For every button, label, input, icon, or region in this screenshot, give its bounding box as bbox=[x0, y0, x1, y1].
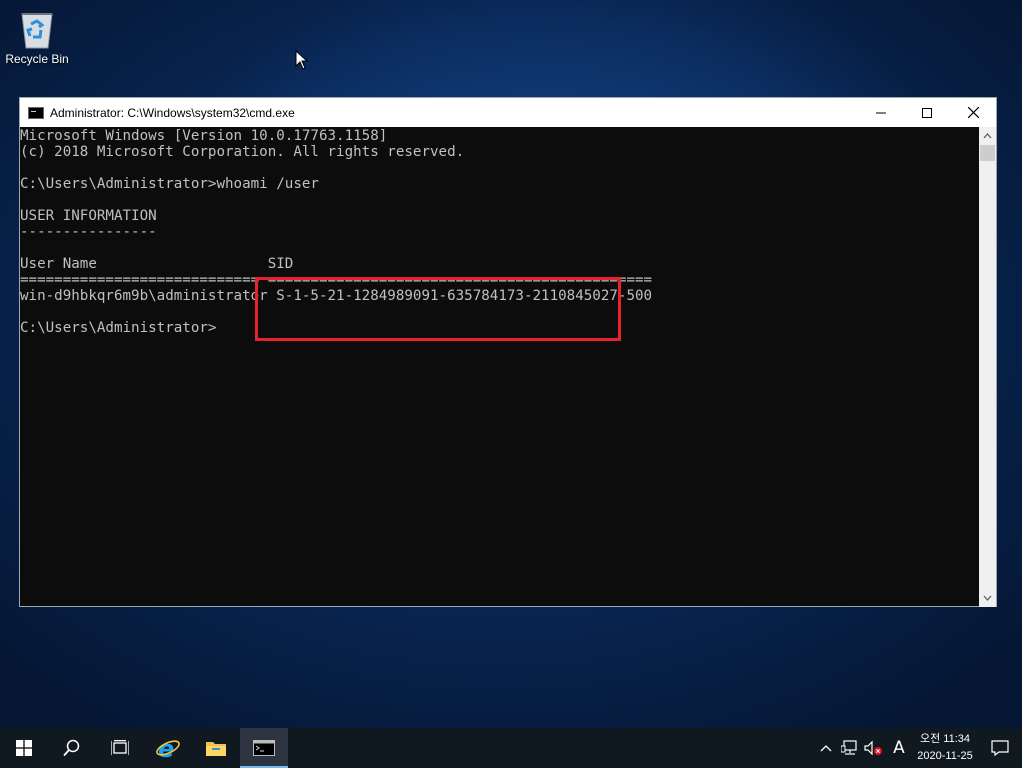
internet-explorer-icon: e bbox=[156, 736, 180, 760]
console-line: USER INFORMATION bbox=[20, 208, 157, 224]
search-button[interactable] bbox=[48, 728, 96, 768]
maximize-icon bbox=[922, 107, 932, 118]
taskbar: e A 오전 11:34 2020-11-25 bbox=[0, 728, 1022, 768]
network-button[interactable] bbox=[838, 728, 862, 768]
close-icon bbox=[967, 107, 979, 118]
file-explorer-button[interactable] bbox=[192, 728, 240, 768]
recycle-bin-desktop-icon[interactable]: Recycle Bin bbox=[4, 6, 70, 66]
scroll-down-button[interactable] bbox=[979, 591, 996, 605]
chevron-down-icon bbox=[983, 595, 992, 601]
scrollbar-thumb[interactable] bbox=[980, 145, 995, 161]
folder-icon bbox=[206, 742, 226, 756]
recycle-bin-icon bbox=[17, 6, 57, 50]
volume-button[interactable] bbox=[862, 728, 886, 768]
minimize-button[interactable] bbox=[858, 98, 904, 127]
network-icon bbox=[841, 740, 857, 755]
close-button[interactable] bbox=[950, 98, 996, 127]
mouse-cursor-icon bbox=[295, 49, 309, 70]
clock-date: 2020-11-25 bbox=[917, 750, 973, 762]
console-line: ---------------- bbox=[20, 224, 157, 240]
recycle-bin-label: Recycle Bin bbox=[5, 52, 69, 66]
task-view-icon bbox=[111, 740, 129, 755]
console-line: C:\Users\Administrator> bbox=[20, 320, 217, 336]
input-method-indicator[interactable]: A bbox=[886, 738, 912, 758]
task-view-button[interactable] bbox=[96, 728, 144, 768]
console-line: Microsoft Windows [Version 10.0.17763.11… bbox=[20, 128, 388, 144]
action-center-button[interactable] bbox=[978, 728, 1022, 768]
title-bar[interactable]: Administrator: C:\Windows\system32\cmd.e… bbox=[20, 98, 996, 127]
search-icon bbox=[63, 739, 80, 757]
show-hidden-icons-button[interactable] bbox=[814, 728, 838, 768]
chevron-up-icon bbox=[820, 745, 832, 752]
scroll-up-button[interactable] bbox=[979, 129, 996, 143]
svg-text:e: e bbox=[158, 736, 174, 760]
window-title: Administrator: C:\Windows\system32\cmd.e… bbox=[50, 105, 295, 120]
cmd-icon bbox=[253, 740, 275, 756]
cmd-taskbar-button[interactable] bbox=[240, 728, 288, 768]
minimize-icon bbox=[876, 112, 886, 113]
start-button[interactable] bbox=[0, 728, 48, 768]
clock[interactable]: 오전 11:34 2020-11-25 bbox=[912, 731, 978, 765]
notification-icon bbox=[991, 740, 1009, 756]
cmd-app-icon bbox=[28, 106, 44, 119]
clock-time: 오전 11:34 bbox=[919, 733, 970, 745]
volume-muted-icon bbox=[864, 740, 882, 756]
console-line: (c) 2018 Microsoft Corporation. All righ… bbox=[20, 144, 465, 160]
sid-highlight-box bbox=[255, 277, 621, 341]
chevron-up-icon bbox=[983, 133, 992, 139]
console-line: User Name SID bbox=[20, 256, 294, 272]
console-output[interactable]: Microsoft Windows [Version 10.0.17763.11… bbox=[20, 127, 980, 607]
console-line: C:\Users\Administrator>whoami /user bbox=[20, 176, 319, 192]
cmd-window[interactable]: Administrator: C:\Windows\system32\cmd.e… bbox=[19, 97, 997, 607]
vertical-scrollbar[interactable] bbox=[979, 127, 996, 607]
internet-explorer-button[interactable]: e bbox=[144, 728, 192, 768]
windows-logo-icon bbox=[16, 740, 32, 756]
maximize-button[interactable] bbox=[904, 98, 950, 127]
